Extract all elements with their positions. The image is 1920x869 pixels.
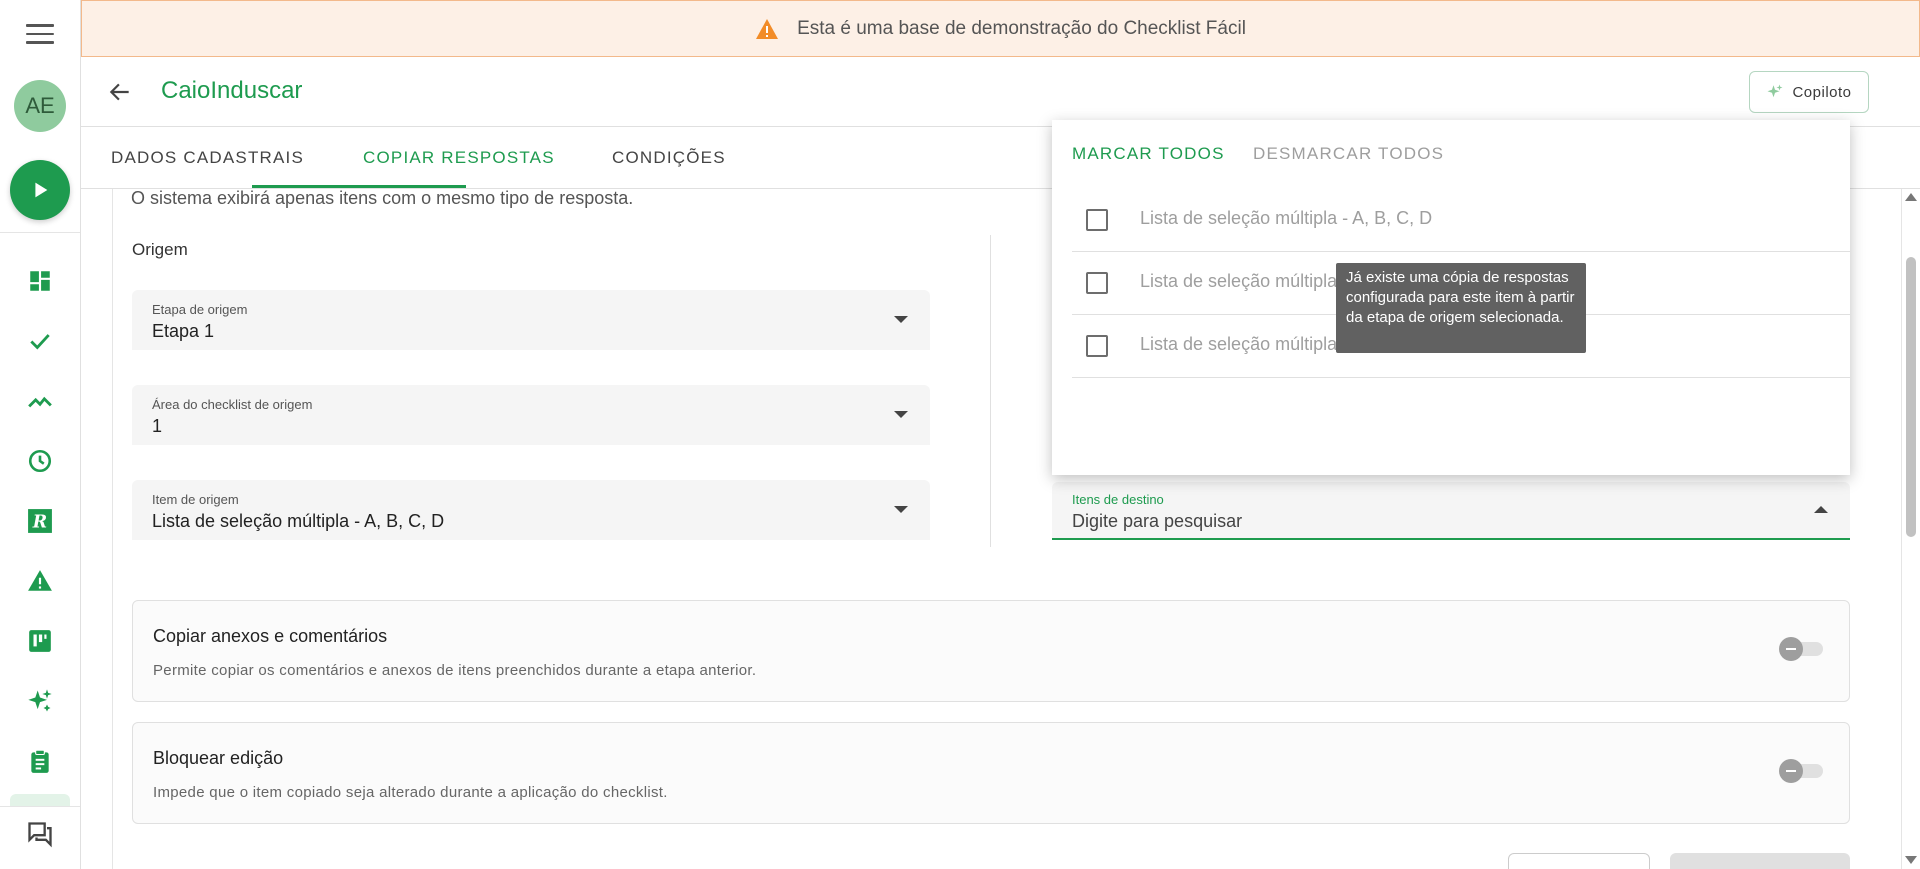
active-indicator bbox=[10, 794, 70, 806]
card-description: Permite copiar os comentários e anexos d… bbox=[153, 662, 757, 679]
play-icon bbox=[35, 182, 48, 198]
search-placeholder[interactable]: Digite para pesquisar bbox=[1072, 511, 1242, 532]
card-description: Impede que o item copiado seja alterado … bbox=[153, 784, 668, 801]
copy-attachments-toggle[interactable] bbox=[1779, 637, 1823, 661]
check-icon[interactable] bbox=[24, 325, 56, 357]
field-label: Itens de destino bbox=[1072, 492, 1164, 507]
copilot-label: Copiloto bbox=[1792, 83, 1852, 101]
field-value: 1 bbox=[152, 416, 163, 436]
checkbox[interactable] bbox=[1086, 272, 1108, 294]
card-title: Copiar anexos e comentários bbox=[153, 626, 388, 646]
trending-icon[interactable] bbox=[24, 385, 56, 417]
field-value: Lista de seleção múltipla - A, B, C, D bbox=[152, 511, 445, 531]
deselect-all-button[interactable]: DESMARCAR TODOS bbox=[1253, 144, 1444, 164]
clock-icon[interactable] bbox=[24, 445, 56, 477]
option-label: Lista de seleção múltipla bbox=[1140, 271, 1338, 291]
back-arrow-icon[interactable] bbox=[107, 79, 133, 105]
checkbox[interactable] bbox=[1086, 209, 1108, 231]
sparkle-icon[interactable] bbox=[24, 685, 56, 717]
page-title: CaioInduscar bbox=[161, 77, 303, 104]
alert-icon[interactable] bbox=[24, 565, 56, 597]
board-icon[interactable] bbox=[24, 625, 56, 657]
option-label: Lista de seleção múltipla - A, B, C, D bbox=[1140, 208, 1433, 228]
origin-area-select[interactable]: Área do checklist de origem 1 bbox=[132, 385, 930, 445]
sidebar: AE R bbox=[0, 0, 81, 869]
info-text: O sistema exibirá apenas itens com o mes… bbox=[131, 188, 634, 208]
card-title: Bloquear edição bbox=[153, 748, 284, 768]
tab-dados-cadastrais[interactable]: DADOS CADASTRAIS bbox=[111, 127, 304, 189]
origin-stage-select[interactable]: Etapa de origem Etapa 1 bbox=[132, 290, 930, 350]
scroll-thumb[interactable] bbox=[1906, 257, 1916, 537]
select-all-button[interactable]: MARCAR TODOS bbox=[1072, 144, 1225, 164]
svg-text:R: R bbox=[32, 513, 47, 533]
field-value: Etapa 1 bbox=[152, 321, 215, 341]
scroll-down-icon[interactable] bbox=[1905, 856, 1917, 864]
dropdown-option[interactable]: Lista de seleção múltipla - A, B, C, D bbox=[1072, 189, 1850, 252]
lock-edit-card: Bloquear edição Impede que o item copiad… bbox=[132, 722, 1850, 824]
tooltip: Já existe uma cópia de respostas configu… bbox=[1336, 263, 1586, 353]
copy-attachments-card: Copiar anexos e comentários Permite copi… bbox=[132, 600, 1850, 702]
field-label: Etapa de origem bbox=[152, 302, 248, 317]
play-button[interactable] bbox=[10, 160, 70, 220]
demo-banner: Esta é uma base de demonstração do Check… bbox=[81, 0, 1920, 57]
avatar[interactable]: AE bbox=[14, 80, 66, 132]
dashboard-icon[interactable] bbox=[24, 265, 56, 297]
tab-copiar-respostas[interactable]: COPIAR RESPOSTAS bbox=[363, 127, 555, 189]
sparkle-icon bbox=[1767, 84, 1783, 98]
column-divider bbox=[990, 235, 991, 547]
minus-icon bbox=[1779, 759, 1803, 783]
destination-items-input[interactable]: Itens de destino Digite para pesquisar bbox=[1052, 482, 1850, 540]
origin-label: Origem bbox=[132, 240, 188, 259]
chevron-down-icon[interactable] bbox=[894, 316, 908, 323]
warning-icon bbox=[756, 18, 779, 39]
sidebar-divider bbox=[0, 806, 80, 807]
primary-button[interactable] bbox=[1670, 853, 1850, 869]
chevron-down-icon[interactable] bbox=[894, 411, 908, 418]
chat-icon[interactable] bbox=[24, 818, 56, 850]
origin-item-select[interactable]: Item de origem Lista de seleção múltipla… bbox=[132, 480, 930, 540]
secondary-button[interactable] bbox=[1508, 853, 1650, 869]
option-label: Lista de seleção múltipla bbox=[1140, 334, 1338, 354]
scroll-up-icon[interactable] bbox=[1905, 193, 1917, 201]
chevron-down-icon[interactable] bbox=[894, 506, 908, 513]
scrollbar[interactable] bbox=[1900, 189, 1920, 869]
clipboard-icon[interactable] bbox=[24, 745, 56, 777]
minus-icon bbox=[1779, 637, 1803, 661]
menu-icon[interactable] bbox=[26, 24, 54, 46]
banner-text: Esta é uma base de demonstração do Check… bbox=[797, 17, 1246, 39]
chevron-up-icon[interactable] bbox=[1814, 506, 1828, 513]
field-label: Área do checklist de origem bbox=[152, 397, 313, 412]
page-header: CaioInduscar Copiloto bbox=[81, 57, 1920, 127]
r-icon[interactable]: R bbox=[24, 505, 56, 537]
checkbox[interactable] bbox=[1086, 335, 1108, 357]
lock-edit-toggle[interactable] bbox=[1779, 759, 1823, 783]
sidebar-divider bbox=[0, 232, 80, 233]
field-label: Item de origem bbox=[152, 492, 239, 507]
copilot-button[interactable]: Copiloto bbox=[1749, 71, 1869, 113]
tab-condicoes[interactable]: CONDIÇÕES bbox=[612, 127, 726, 189]
